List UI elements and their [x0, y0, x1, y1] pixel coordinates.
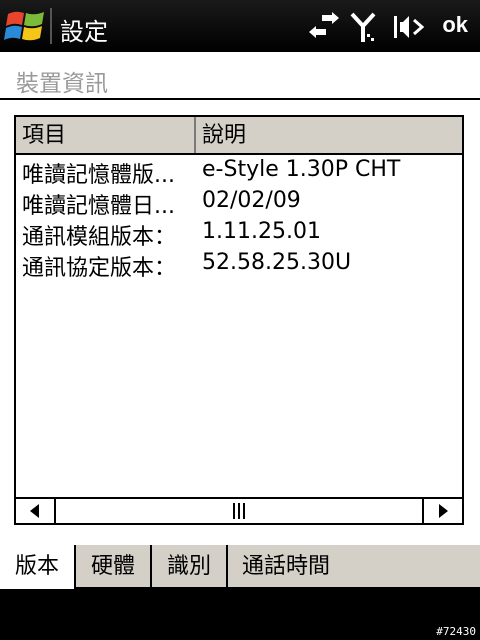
thumb-grip	[243, 503, 245, 519]
column-header-description[interactable]: 說明	[196, 119, 462, 151]
row-item: 唯讀記憶體版...	[22, 163, 175, 188]
connectivity-icon[interactable]	[308, 12, 340, 40]
row-description: e-Style 1.30P CHT	[202, 157, 401, 182]
tab-hardware[interactable]: 硬體	[74, 545, 152, 589]
app-title: 設定	[60, 18, 108, 46]
row-item: 通訊協定版本：	[22, 256, 177, 281]
list-row[interactable]: 通訊協定版本： 52.58.25.30U	[16, 248, 462, 281]
softkey-bar: #72430	[0, 589, 480, 640]
heading-divider	[0, 98, 480, 100]
list-row[interactable]: 唯讀記憶體日... 02/02/09	[16, 186, 462, 219]
speaker-muted-icon[interactable]	[392, 12, 424, 42]
tab-call-time[interactable]: 通話時間	[226, 545, 346, 589]
thumb-grip	[233, 503, 235, 519]
tab-strip: 版本 硬體 識別 通話時間	[0, 545, 480, 589]
ok-button[interactable]: ok	[442, 12, 468, 38]
arrow-left-icon	[30, 504, 39, 518]
arrow-right-icon	[439, 504, 448, 518]
row-description: 1.11.25.01	[202, 219, 321, 244]
thumb-grip	[238, 503, 240, 519]
horizontal-scrollbar[interactable]	[16, 497, 462, 523]
list-header: 項目 說明	[16, 117, 462, 155]
tab-strip-filler	[344, 545, 480, 589]
page-heading: 裝置資訊	[16, 71, 108, 97]
tab-identity[interactable]: 識別	[150, 545, 228, 589]
row-item: 通訊模組版本：	[22, 225, 177, 250]
windows-start-icon[interactable]	[4, 6, 48, 46]
signal-icon[interactable]	[350, 12, 376, 44]
device-info-list[interactable]: 項目 說明 唯讀記憶體版... e-Style 1.30P CHT 唯讀記憶體日…	[14, 115, 464, 525]
build-number: #72430	[436, 625, 476, 638]
scroll-left-button[interactable]	[16, 499, 56, 523]
list-row[interactable]: 唯讀記憶體版... e-Style 1.30P CHT	[16, 155, 462, 188]
tab-version[interactable]: 版本	[0, 545, 74, 589]
row-item: 唯讀記憶體日...	[22, 194, 175, 219]
title-separator	[50, 8, 52, 44]
list-row[interactable]: 通訊模組版本： 1.11.25.01	[16, 217, 462, 250]
row-description: 52.58.25.30U	[202, 250, 352, 275]
scrollbar-thumb[interactable]	[56, 499, 422, 523]
scroll-right-button[interactable]	[422, 499, 462, 523]
list-rows: 唯讀記憶體版... e-Style 1.30P CHT 唯讀記憶體日... 02…	[16, 155, 462, 281]
row-description: 02/02/09	[202, 188, 301, 213]
column-header-item[interactable]: 項目	[16, 119, 194, 151]
title-bar: 設定 ok	[0, 0, 480, 52]
